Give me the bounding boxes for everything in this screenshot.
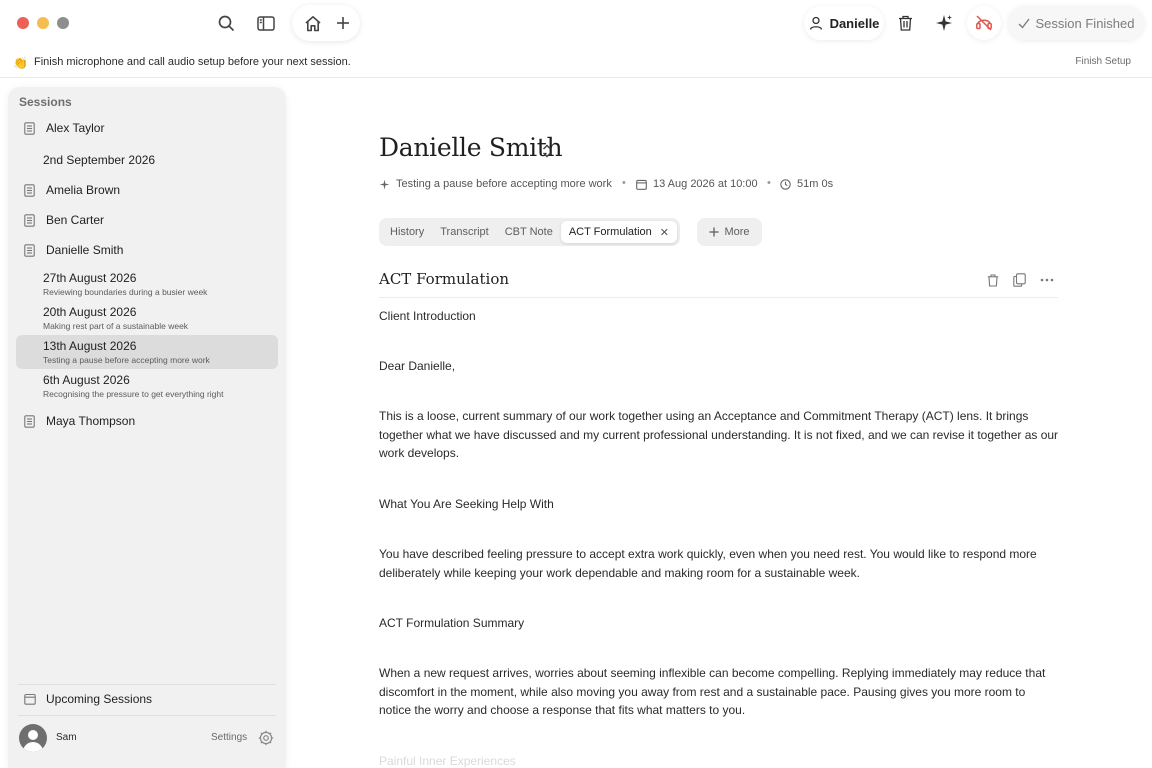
session-finished-button[interactable]: Session Finished bbox=[1008, 6, 1144, 40]
sidebar-client-amelia-brown[interactable]: Amelia Brown bbox=[16, 176, 278, 204]
session-date: 27th August 2026 bbox=[43, 271, 137, 285]
session-date-meta: 13 Aug 2026 at 10:00 bbox=[636, 178, 758, 190]
note-tabs: History Transcript CBT Note ACT Formulat… bbox=[379, 218, 680, 246]
section-heading: Painful Inner Experiences bbox=[379, 754, 516, 768]
document-icon bbox=[24, 414, 36, 428]
client-name-label: Alex Taylor bbox=[46, 121, 105, 135]
person-icon bbox=[809, 16, 823, 30]
paragraph: When a new request arrives, worries abou… bbox=[379, 666, 1046, 717]
salutation: Dear Danielle, bbox=[379, 359, 456, 373]
document-icon bbox=[24, 243, 36, 257]
zoom-window-button[interactable] bbox=[57, 17, 69, 29]
section-heading: Client Introduction bbox=[379, 309, 476, 323]
sidebar-toggle-icon[interactable] bbox=[254, 11, 278, 35]
document-divider bbox=[379, 297, 1058, 298]
sidebar-client-maya-thompson[interactable]: Maya Thompson bbox=[16, 407, 278, 435]
microphone-off-icon[interactable] bbox=[967, 6, 1001, 40]
session-date: 20th August 2026 bbox=[43, 305, 137, 319]
paragraph: You have described feeling pressure to a… bbox=[379, 547, 1037, 580]
session-topic-text: Testing a pause before accepting more wo… bbox=[396, 178, 612, 190]
sidebar-session-20th-august[interactable]: 20th August 2026 Making rest part of a s… bbox=[16, 301, 278, 335]
session-date: 13th August 2026 bbox=[43, 339, 137, 353]
client-profile-button[interactable]: Danielle bbox=[804, 6, 884, 40]
sparkle-icon[interactable] bbox=[927, 6, 961, 40]
client-name-label: Danielle Smith bbox=[46, 243, 124, 257]
session-topic: Testing a pause before accepting more wo… bbox=[379, 178, 612, 190]
document-icon bbox=[24, 213, 36, 227]
session-summary: Making rest part of a sustainable week bbox=[43, 321, 189, 331]
ellipsis-icon[interactable] bbox=[1039, 272, 1055, 288]
home-icon[interactable] bbox=[301, 11, 325, 35]
sessions-sidebar: Sessions Alex Taylor 2nd September 2026 … bbox=[8, 87, 286, 768]
finish-setup-button[interactable]: Finish Setup bbox=[1075, 56, 1131, 67]
checkmark-icon bbox=[1018, 18, 1030, 29]
close-icon[interactable]: ✕ bbox=[660, 226, 669, 239]
sidebar-divider bbox=[18, 715, 276, 716]
tab-history[interactable]: History bbox=[382, 221, 432, 243]
add-icon[interactable] bbox=[331, 11, 355, 35]
setup-banner: 👏 Finish microphone and call audio setup… bbox=[0, 50, 1152, 78]
meta-separator: • bbox=[622, 177, 626, 189]
upcoming-sessions-label: Upcoming Sessions bbox=[46, 692, 153, 706]
gear-icon[interactable] bbox=[258, 730, 274, 746]
search-icon[interactable] bbox=[214, 11, 238, 35]
document-icon bbox=[24, 183, 36, 197]
session-date-text: 13 Aug 2026 at 10:00 bbox=[653, 178, 758, 190]
meta-separator: • bbox=[767, 177, 771, 189]
trash-icon[interactable] bbox=[888, 6, 922, 40]
session-duration-meta: 51m 0s bbox=[780, 178, 833, 190]
tab-transcript[interactable]: Transcript bbox=[432, 221, 497, 243]
sidebar-client-danielle-smith[interactable]: Danielle Smith bbox=[16, 236, 278, 264]
session-summary: Reviewing boundaries during a busier wee… bbox=[43, 287, 208, 297]
close-window-button[interactable] bbox=[17, 17, 29, 29]
upcoming-sessions-button[interactable]: Upcoming Sessions bbox=[16, 685, 278, 713]
more-tabs-button[interactable]: More bbox=[697, 218, 762, 246]
tab-label: ACT Formulation bbox=[568, 226, 652, 238]
sidebar-client-alex-taylor[interactable]: Alex Taylor bbox=[16, 114, 278, 142]
sparkle-small-icon bbox=[379, 179, 390, 190]
session-status-label: Session Finished bbox=[1035, 15, 1135, 31]
trash-icon[interactable] bbox=[985, 272, 1001, 288]
client-name-label: Maya Thompson bbox=[46, 414, 136, 428]
document-icon bbox=[24, 121, 36, 135]
banner-message: Finish microphone and call audio setup b… bbox=[34, 56, 351, 68]
sidebar-session-27th-august[interactable]: 27th August 2026 Reviewing boundaries du… bbox=[16, 267, 278, 301]
minimize-window-button[interactable] bbox=[37, 17, 49, 29]
tab-act-formulation[interactable]: ACT Formulation ✕ bbox=[560, 221, 677, 243]
sidebar-session-13th-august[interactable]: 13th August 2026 Testing a pause before … bbox=[16, 335, 278, 369]
sidebar-session-6th-august[interactable]: 6th August 2026 Recognising the pressure… bbox=[16, 369, 278, 403]
section-heading: ACT Formulation Summary bbox=[379, 616, 525, 630]
sidebar-client-ben-carter[interactable]: Ben Carter bbox=[16, 206, 278, 234]
calendar-icon bbox=[24, 693, 36, 705]
plus-icon bbox=[709, 227, 719, 237]
settings-link[interactable]: Settings bbox=[211, 732, 247, 743]
clock-icon bbox=[780, 178, 791, 190]
clapping-hands-icon: 👏 bbox=[13, 56, 28, 70]
client-name-label: Ben Carter bbox=[46, 213, 105, 227]
title-bar: Danielle Session Finished bbox=[0, 0, 1152, 46]
session-summary: Recognising the pressure to get everythi… bbox=[43, 389, 224, 399]
session-duration-text: 51m 0s bbox=[797, 178, 834, 190]
user-avatar[interactable] bbox=[19, 724, 47, 752]
chevron-up-down-icon[interactable] bbox=[541, 143, 555, 161]
session-date: 6th August 2026 bbox=[43, 373, 130, 387]
session-summary: Testing a pause before accepting more wo… bbox=[43, 355, 210, 365]
sidebar-session-2nd-september[interactable]: 2nd September 2026 bbox=[43, 153, 155, 167]
client-title: Danielle Smith bbox=[379, 133, 563, 162]
section-heading: What You Are Seeking Help With bbox=[379, 497, 554, 511]
calendar-icon bbox=[636, 179, 647, 190]
paragraph: This is a loose, current summary of our … bbox=[379, 409, 1059, 460]
user-name: Sam bbox=[56, 732, 77, 743]
client-name-label: Amelia Brown bbox=[46, 183, 121, 197]
client-profile-name: Danielle bbox=[829, 15, 880, 31]
document-title: ACT Formulation bbox=[379, 270, 510, 288]
more-label: More bbox=[724, 226, 750, 238]
copy-icon[interactable] bbox=[1011, 272, 1027, 288]
sidebar-title: Sessions bbox=[19, 95, 72, 109]
tab-cbt-note[interactable]: CBT Note bbox=[497, 221, 561, 243]
home-add-group bbox=[292, 5, 360, 41]
